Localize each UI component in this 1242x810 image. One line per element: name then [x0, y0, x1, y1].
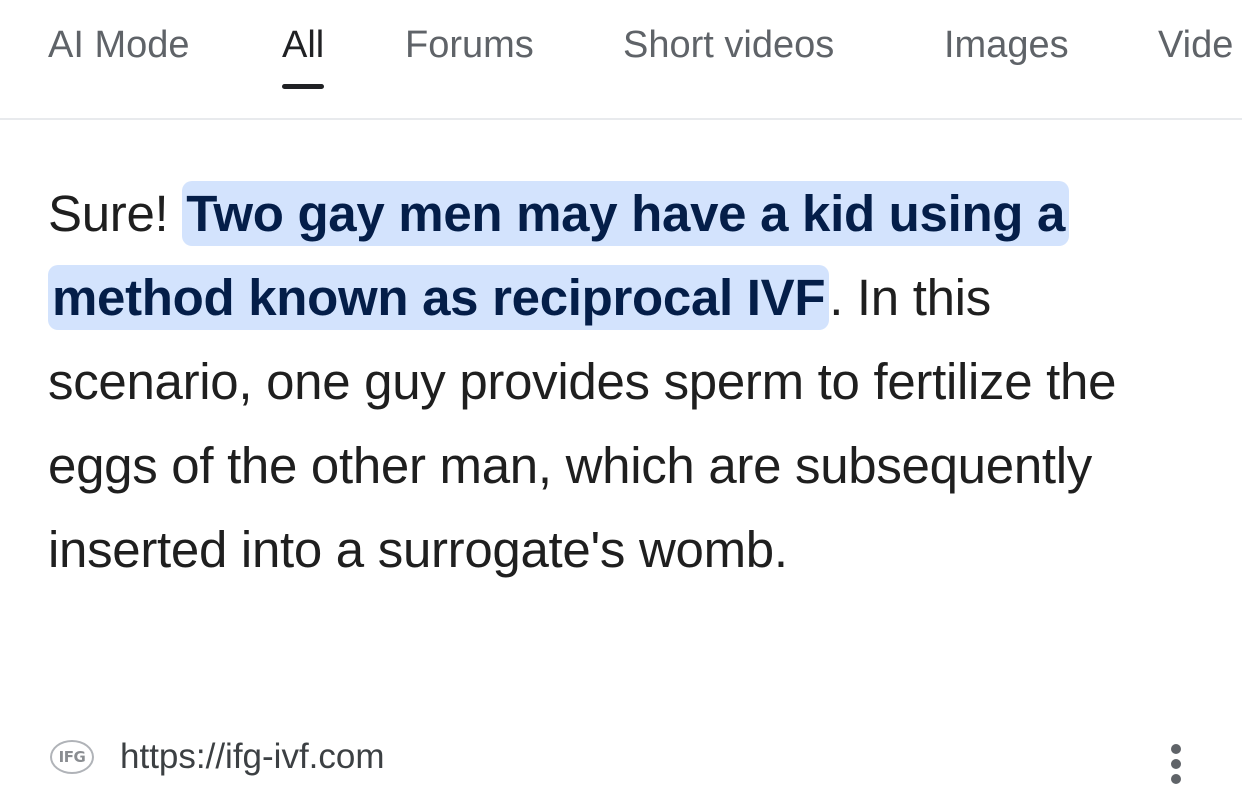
- three-dots-vertical-icon: [1171, 774, 1181, 784]
- active-tab-indicator: [282, 84, 325, 89]
- three-dots-vertical-icon: [1171, 744, 1181, 754]
- site-favicon-icon: IFG: [50, 740, 94, 774]
- tab-videos-label: Vide: [1158, 24, 1234, 66]
- more-options-button[interactable]: [1158, 738, 1194, 790]
- tab-forums-label: Forums: [405, 24, 534, 66]
- tab-short-videos[interactable]: Short videos: [623, 22, 834, 68]
- three-dots-vertical-icon: [1171, 759, 1181, 769]
- tab-videos[interactable]: Vide: [1158, 22, 1233, 68]
- tab-images-label: Images: [944, 24, 1069, 66]
- tab-forums[interactable]: Forums: [405, 22, 534, 68]
- tab-all[interactable]: All: [282, 22, 325, 89]
- search-results-page: AI Mode All Forums Short videos Images V…: [0, 0, 1242, 810]
- tab-all-label: All: [282, 24, 325, 66]
- search-tabs-bar: AI Mode All Forums Short videos Images V…: [0, 0, 1242, 120]
- tab-short-videos-label: Short videos: [623, 24, 835, 66]
- source-row[interactable]: IFG https://ifg-ivf.com: [48, 730, 1208, 786]
- tab-ai-mode[interactable]: AI Mode: [48, 22, 190, 68]
- source-url-link[interactable]: https://ifg-ivf.com: [120, 735, 385, 779]
- tab-ai-mode-label: AI Mode: [48, 24, 190, 66]
- tab-images[interactable]: Images: [944, 22, 1069, 68]
- snippet-lead-text: Sure!: [48, 185, 183, 242]
- answer-snippet: Sure! Two gay men may have a kid using a…: [48, 172, 1198, 592]
